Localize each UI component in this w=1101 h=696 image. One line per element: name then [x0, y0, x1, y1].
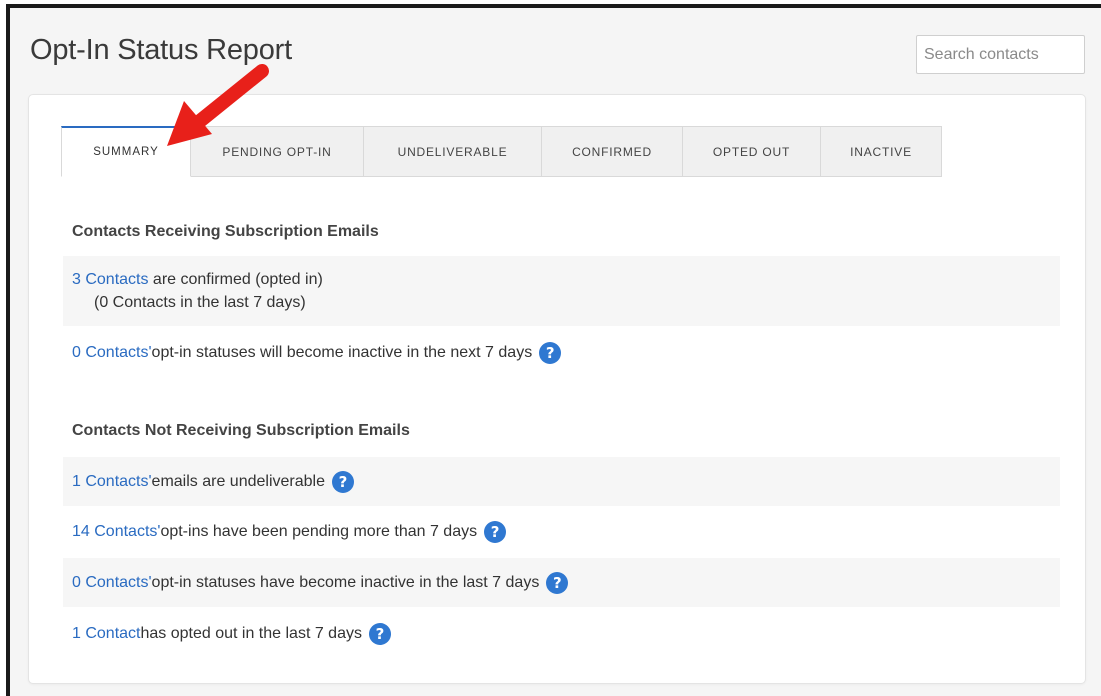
becoming-inactive-link[interactable]: 0 Contacts' [72, 344, 152, 362]
tab-opted-out[interactable]: OPTED OUT [683, 126, 821, 177]
question-circle-icon[interactable]: ? [546, 571, 569, 594]
question-circle-icon[interactable]: ? [484, 520, 507, 543]
undeliverable-link[interactable]: 1 Contacts' [72, 473, 152, 491]
confirmed-contacts-link[interactable]: 3 Contacts [72, 271, 148, 288]
opted-out-text: has opted out in the last 7 days [140, 624, 362, 642]
tab-undeliverable[interactable]: UNDELIVERABLE [364, 126, 542, 177]
pending-text: opt-ins have been pending more than 7 da… [160, 522, 478, 540]
undeliverable-text: emails are undeliverable [151, 472, 325, 490]
list-item-undeliverable: 1 Contacts' emails are undeliverable ? [63, 457, 1060, 506]
inactive-link[interactable]: 0 Contacts' [72, 574, 152, 592]
inactive-text: opt-in statuses have become inactive in … [151, 573, 540, 591]
becoming-inactive-text: opt-in statuses will become inactive in … [151, 344, 533, 361]
question-circle-icon[interactable]: ? [539, 342, 562, 364]
tab-inactive[interactable]: INACTIVE [821, 126, 942, 177]
opted-out-link[interactable]: 1 Contact [72, 625, 140, 643]
list-item-inactive: 0 Contacts' opt-in statuses have become … [63, 558, 1060, 607]
red-arrow-annotation [167, 64, 269, 146]
question-circle-icon[interactable]: ? [368, 622, 391, 645]
list-item-opted-out: 1 Contact has opted out in the last 7 da… [63, 609, 1060, 658]
confirmed-recent-count: (0 Contacts in the last 7 days) [94, 293, 306, 311]
list-item-becoming-inactive: 0 Contacts' opt-in statuses will become … [63, 333, 1060, 373]
confirmed-line: 3 Contacts are confirmed (opted in) [72, 271, 323, 289]
tab-confirmed[interactable]: CONFIRMED [542, 126, 683, 177]
pending-link[interactable]: 14 Contacts' [72, 523, 160, 541]
app-frame: Opt-In Status Report SUMMARY PENDING OPT… [6, 4, 1101, 696]
list-item-pending: 14 Contacts' opt-ins have been pending m… [63, 507, 1060, 556]
list-item-confirmed: 3 Contacts are confirmed (opted in) (0 C… [63, 256, 1060, 326]
question-circle-icon[interactable]: ? [331, 470, 354, 493]
not-receiving-heading: Contacts Not Receiving Subscription Emai… [72, 422, 410, 439]
confirmed-text: are confirmed (opted in) [148, 270, 323, 288]
receiving-heading: Contacts Receiving Subscription Emails [72, 223, 379, 240]
search-input[interactable] [916, 35, 1085, 74]
report-card: SUMMARY PENDING OPT-IN UNDELIVERABLE CON… [28, 94, 1086, 684]
